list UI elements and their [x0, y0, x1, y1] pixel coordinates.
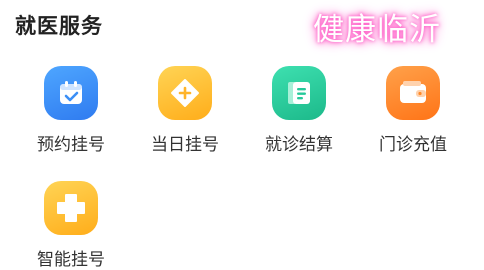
service-label: 智能挂号	[37, 250, 105, 270]
document-list-icon	[272, 66, 326, 120]
service-settlement[interactable]: 就诊结算	[249, 66, 349, 155]
service-label: 就诊结算	[265, 135, 333, 155]
service-appointment[interactable]: 预约挂号	[21, 66, 121, 155]
wallet-icon	[386, 66, 440, 120]
service-same-day[interactable]: 当日挂号	[135, 66, 235, 155]
section-title: 就医服务	[15, 14, 103, 38]
service-smart-appointment[interactable]: 智能挂号	[21, 181, 121, 270]
service-label: 预约挂号	[37, 135, 105, 155]
service-label: 门诊充值	[379, 135, 447, 155]
service-recharge[interactable]: 门诊充值	[363, 66, 463, 155]
diamond-plus-icon	[158, 66, 212, 120]
service-label: 当日挂号	[151, 135, 219, 155]
plus-cross-icon	[44, 181, 98, 235]
calendar-check-icon	[44, 66, 98, 120]
watermark: 健康临沂	[313, 12, 441, 48]
